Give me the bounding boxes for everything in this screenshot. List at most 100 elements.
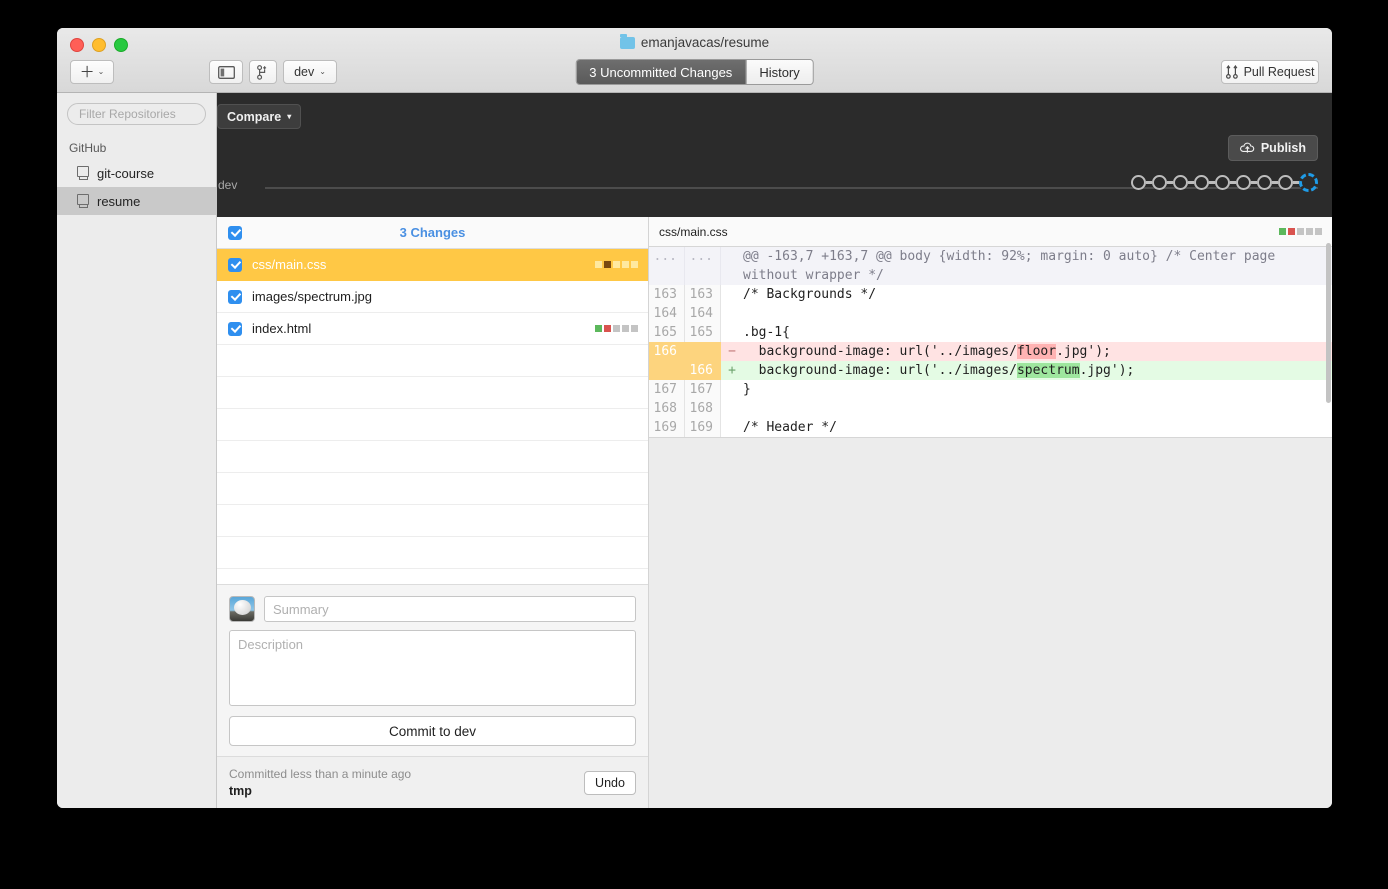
stat-square	[631, 261, 638, 268]
new-branch-button[interactable]	[249, 60, 277, 84]
filter-repositories-placeholder: Filter Repositories	[79, 107, 176, 121]
diff-new-lineno: 164	[685, 304, 721, 323]
commit-node[interactable]	[1278, 175, 1293, 190]
file-checkbox[interactable]	[228, 257, 242, 272]
window-title-text: emanjavacas/resume	[640, 35, 770, 50]
diff-line-context: 167 167 }	[649, 380, 1332, 399]
diff-sign	[721, 418, 743, 437]
publish-button[interactable]: Publish	[1227, 135, 1318, 161]
diff-line-context: 169 169 /* Header */	[649, 418, 1332, 437]
stat-square	[631, 325, 638, 332]
stat-square	[1279, 228, 1286, 235]
branch-toolbar: Compare ▾ Publish dev	[57, 93, 1332, 217]
undo-button[interactable]: Undo	[584, 770, 636, 795]
cloud-upload-icon	[1239, 142, 1255, 153]
commit-timeline[interactable]	[1131, 173, 1318, 192]
window-title: emanjavacas/resume	[57, 34, 1332, 50]
repository-sidebar: Filter Repositories GitHub git-course re…	[57, 93, 217, 808]
description-input[interactable]: Description	[229, 630, 636, 706]
commit-node[interactable]	[1131, 175, 1146, 190]
stat-square	[1297, 228, 1304, 235]
tab-history[interactable]: History	[745, 60, 813, 84]
sidebar-toggle-icon	[217, 65, 235, 79]
diff-body[interactable]: ... ... @@ -163,7 +163,7 @@ body {width:…	[649, 247, 1332, 438]
commit-node[interactable]	[1257, 175, 1272, 190]
avatar	[229, 596, 255, 622]
stat-square	[595, 261, 602, 268]
diff-new-lineno: 167	[685, 380, 721, 399]
diff-line-text: /* Backgrounds */	[743, 287, 877, 302]
diff-scrollbar[interactable]	[1326, 243, 1331, 403]
commit-node[interactable]	[1152, 175, 1167, 190]
empty-file-row	[217, 409, 648, 441]
screen: emanjavacas/resume ＋ ⌄ dev ⌄ Pull Reques…	[0, 0, 1388, 889]
diff-sign: +	[728, 363, 736, 378]
diff-text-pre: background-image: url('../images/	[743, 363, 1017, 378]
diff-new-lineno: 166	[685, 361, 721, 380]
plus-icon: ＋	[79, 63, 95, 81]
diff-old-lineno: 167	[649, 380, 685, 399]
sidebar-toggle-button[interactable]	[209, 60, 243, 84]
stat-square	[1315, 228, 1322, 235]
changed-file-row-images-spectrum-jpg[interactable]: images/spectrum.jpg	[217, 281, 648, 313]
pull-request-button[interactable]: Pull Request	[1221, 60, 1319, 84]
title-bar: emanjavacas/resume ＋ ⌄ dev ⌄ Pull Reques…	[57, 28, 1332, 93]
diff-header: css/main.css	[649, 217, 1332, 247]
last-commit-time: Committed less than a minute ago	[229, 767, 412, 781]
current-branch-label: dev	[218, 178, 238, 192]
branch-dropdown[interactable]: dev ⌄	[283, 60, 337, 84]
select-all-checkbox[interactable]	[228, 225, 242, 240]
sidebar-section-github: GitHub	[69, 141, 107, 155]
compare-button[interactable]: Compare ▾	[217, 104, 302, 129]
diff-sign	[721, 399, 743, 418]
sidebar-item-git-course[interactable]: git-course	[57, 159, 216, 187]
diff-line-text: background-image: url('../images/floor.j…	[743, 342, 1332, 361]
file-checkbox[interactable]	[228, 289, 242, 304]
commit-node[interactable]	[1194, 175, 1209, 190]
app-window: emanjavacas/resume ＋ ⌄ dev ⌄ Pull Reques…	[57, 28, 1332, 808]
stat-square	[595, 325, 602, 332]
stat-square	[622, 325, 629, 332]
diff-new-lineno	[685, 342, 721, 361]
commit-node[interactable]	[1215, 175, 1230, 190]
tab-uncommitted-changes[interactable]: 3 Uncommitted Changes	[576, 60, 746, 84]
description-placeholder: Description	[238, 637, 304, 652]
diff-sign	[721, 247, 743, 285]
file-diff-stats	[595, 325, 638, 332]
diff-word-highlight: spectrum	[1016, 363, 1080, 378]
changes-count-label: 3 Changes	[399, 225, 466, 240]
commit-node-current[interactable]	[1299, 173, 1318, 192]
chevron-down-icon: ⌄	[97, 67, 105, 76]
diff-stats	[1279, 228, 1322, 235]
commit-node[interactable]	[1236, 175, 1251, 190]
diff-new-lineno: 168	[685, 399, 721, 418]
changed-file-row-css-main-css[interactable]: css/main.css	[217, 249, 648, 281]
filter-repositories-input[interactable]: Filter Repositories	[67, 103, 206, 125]
diff-sign	[721, 285, 743, 304]
changed-file-row-index-html[interactable]: index.html	[217, 313, 648, 345]
sidebar-item-resume[interactable]: resume	[57, 187, 216, 215]
summary-input[interactable]: Summary	[264, 596, 636, 622]
commit-button[interactable]: Commit to dev	[229, 716, 636, 746]
sidebar-item-label: git-course	[97, 165, 155, 181]
empty-file-row	[217, 505, 648, 537]
commit-node[interactable]	[1173, 175, 1188, 190]
sidebar-item-label: resume	[97, 193, 141, 209]
stat-square	[613, 325, 620, 332]
stat-square	[622, 261, 629, 268]
add-repository-button[interactable]: ＋ ⌄	[70, 60, 114, 84]
compare-label: Compare	[227, 109, 282, 124]
diff-line-addition[interactable]: 166 + background-image: url('../images/s…	[649, 361, 1332, 380]
diff-old-lineno: 164	[649, 304, 685, 323]
publish-label: Publish	[1260, 141, 1306, 155]
file-name: index.html	[252, 321, 312, 336]
diff-line-deletion[interactable]: 166 − background-image: url('../images/f…	[649, 342, 1332, 361]
diff-line-text: .bg-1{	[743, 325, 790, 340]
diff-line-text: /* Header */	[743, 420, 837, 435]
diff-word-highlight: floor	[1016, 344, 1057, 359]
file-checkbox[interactable]	[228, 321, 242, 336]
diff-new-lineno: ...	[685, 247, 721, 285]
diff-line-text: @@ -163,7 +163,7 @@ body {width: 92%; ma…	[743, 249, 1284, 283]
branch-dropdown-label: dev	[294, 65, 315, 79]
diff-line-hunk: ... ... @@ -163,7 +163,7 @@ body {width:…	[649, 247, 1332, 285]
